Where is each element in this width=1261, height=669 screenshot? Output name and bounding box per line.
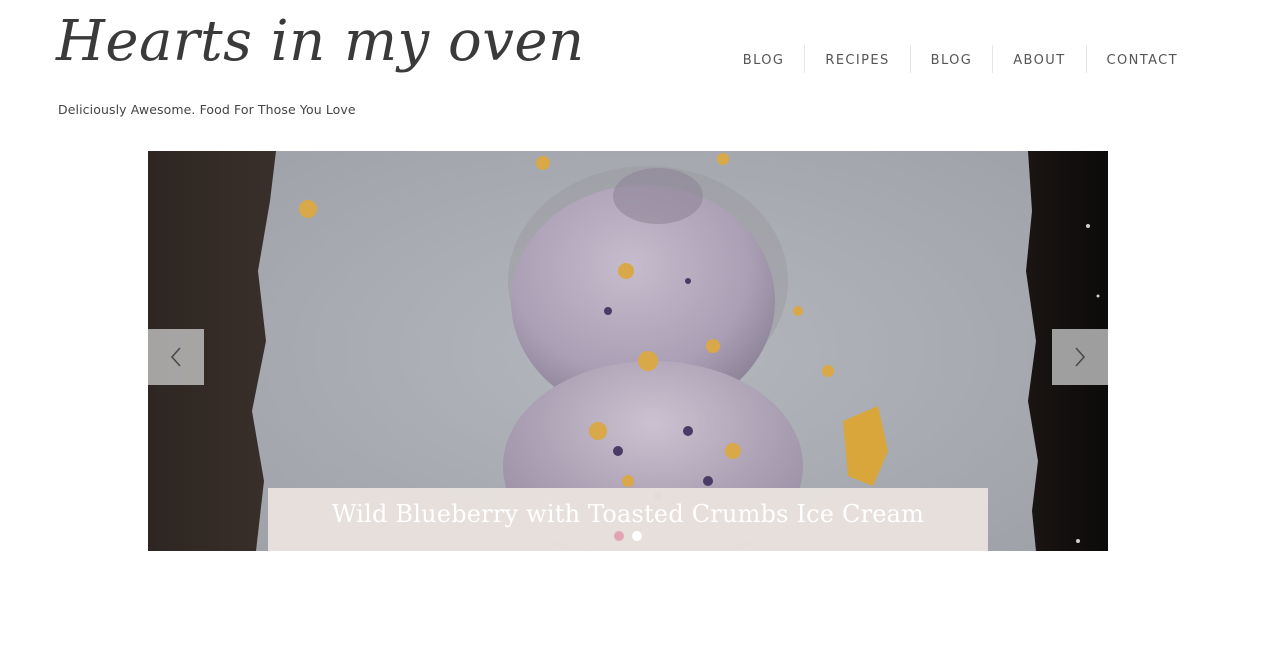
slider-prev-button[interactable] [148, 329, 204, 385]
nav-item-blog-2[interactable]: BLOG [909, 45, 993, 73]
slider-dot[interactable] [632, 531, 642, 541]
main-nav: BLOG RECIPES BLOG ABOUT CONTACT [723, 44, 1198, 74]
slide-caption-title[interactable]: Wild Blueberry with Toasted Crumbs Ice C… [268, 488, 988, 528]
slider-dot[interactable] [614, 531, 624, 541]
nav-item-recipes[interactable]: RECIPES [804, 45, 909, 73]
site-header: Hearts in my oven Deliciously Awesome. F… [0, 0, 1261, 140]
nav-item-about[interactable]: ABOUT [992, 45, 1085, 73]
nav-item-contact[interactable]: CONTACT [1085, 45, 1198, 73]
site-logo[interactable]: Hearts in my oven [56, 0, 584, 90]
nav-item-blog[interactable]: BLOG [723, 45, 805, 73]
chevron-right-icon [1075, 347, 1086, 367]
slider-pagination [148, 531, 1108, 541]
slider-next-button[interactable] [1052, 329, 1108, 385]
site-tagline: Deliciously Awesome. Food For Those You … [58, 102, 356, 117]
chevron-left-icon [170, 347, 181, 367]
featured-slider: Wild Blueberry with Toasted Crumbs Ice C… [148, 151, 1108, 551]
slide-caption: Wild Blueberry with Toasted Crumbs Ice C… [268, 488, 988, 551]
